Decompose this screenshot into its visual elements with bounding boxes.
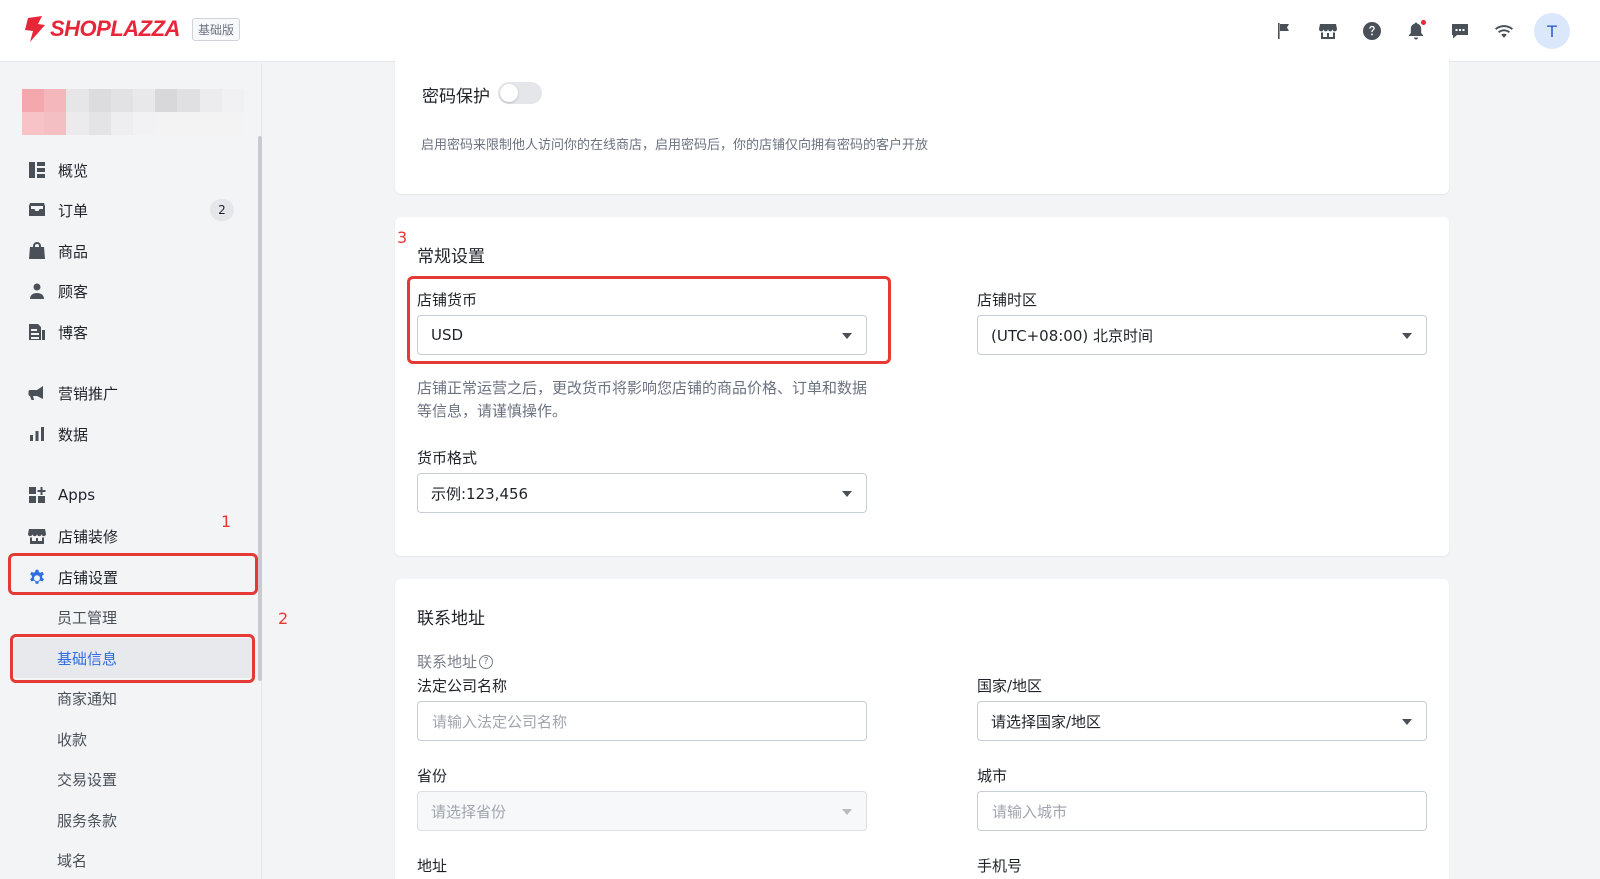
bar-chart-icon — [30, 427, 44, 441]
currency-help-text: 店铺正常运营之后，更改货币将影响您店铺的商品价格、订单和数据等信息，请谨慎操作。 — [417, 379, 868, 420]
contact-address-card: 联系地址 联系地址 ? 法定公司名称 请输入法定公司名称 国家/地区 请选择国家… — [395, 579, 1449, 879]
sidebar-item-customers[interactable]: 顾客 — [0, 271, 258, 311]
highlight-box-currency — [407, 276, 891, 364]
province-select[interactable]: 请选择省份 — [417, 791, 867, 831]
password-toggle[interactable] — [498, 82, 542, 104]
sidebar-item-products[interactable]: 商品 — [0, 231, 258, 271]
annotation-number: 2 — [278, 609, 289, 628]
country-label: 国家/地区 — [977, 677, 1043, 695]
chevron-down-icon — [842, 809, 852, 815]
phone-label: 手机号 — [977, 857, 1023, 875]
sidebar-item-orders[interactable]: 订单 2 — [0, 190, 258, 230]
shoplazza-logo-icon — [25, 16, 45, 42]
plan-badge: 基础版 — [191, 17, 240, 41]
blog-icon — [29, 324, 45, 340]
sidebar-item-label: 商品 — [58, 242, 89, 261]
province-value: 请选择省份 — [431, 802, 507, 821]
highlight-box-store-settings — [8, 553, 258, 595]
chevron-down-icon — [1402, 719, 1412, 725]
chevron-down-icon — [1402, 333, 1412, 339]
city-placeholder: 请输入城市 — [992, 802, 1068, 821]
province-label: 省份 — [417, 767, 448, 785]
sidebar-scrollbar[interactable] — [258, 136, 262, 681]
annotation-number: 1 — [221, 512, 232, 531]
currency-format-value: 示例:123,456 — [431, 484, 529, 503]
address-label: 地址 — [417, 857, 448, 875]
currency-format-select[interactable]: 示例:123,456 — [417, 473, 867, 513]
sidebar-item-label: 营销推广 — [58, 384, 119, 403]
megaphone-icon — [28, 386, 43, 400]
general-settings-title: 常规设置 — [417, 247, 485, 267]
avatar[interactable]: T — [1534, 13, 1570, 49]
store-icon[interactable] — [1306, 12, 1350, 50]
question-icon: ? — [479, 654, 494, 669]
header-actions: T — [1262, 12, 1570, 50]
city-label: 城市 — [977, 767, 1008, 785]
apps-icon — [29, 487, 46, 503]
contact-address-help-link[interactable]: 联系地址 ? — [417, 651, 494, 672]
chat-icon[interactable] — [1438, 12, 1482, 50]
currency-format-label: 货币格式 — [417, 449, 478, 467]
help-icon[interactable] — [1350, 12, 1394, 50]
timezone-value: (UTC+08:00) 北京时间 — [991, 326, 1154, 345]
city-input[interactable]: 请输入城市 — [977, 791, 1427, 831]
sidebar-item-apps[interactable]: Apps — [0, 475, 258, 515]
orders-count-badge: 2 — [210, 199, 234, 221]
store-name-blurred[interactable] — [22, 89, 244, 135]
password-description: 启用密码来限制他人访问你的在线商店，启用密码后，你的店铺仅向拥有密码的客户开放 — [421, 138, 929, 153]
company-name-input[interactable]: 请输入法定公司名称 — [417, 701, 867, 741]
country-select[interactable]: 请选择国家/地区 — [977, 701, 1427, 741]
chevron-down-icon — [842, 491, 852, 497]
sidebar-subitem-checkout[interactable]: 交易设置 — [0, 759, 258, 799]
storefront-icon — [28, 529, 46, 544]
sidebar-subitem-staff[interactable]: 员工管理 — [0, 597, 258, 637]
highlight-box-basic-info — [10, 634, 255, 683]
sidebar-item-label: 概览 — [58, 161, 89, 180]
sidebar-subitem-notifications[interactable]: 商家通知 — [0, 678, 258, 718]
sidebar-item-analytics[interactable]: 数据 — [0, 414, 258, 454]
bag-icon — [29, 242, 45, 259]
annotation-number: 3 — [397, 228, 408, 247]
brand-name: SHOPLAZZA — [50, 16, 180, 41]
bell-icon[interactable] — [1394, 12, 1438, 50]
inbox-icon — [29, 203, 45, 216]
company-name-label: 法定公司名称 — [417, 677, 508, 695]
dashboard-icon — [29, 162, 45, 178]
brand-logo[interactable]: SHOPLAZZA 基础版 — [24, 16, 240, 42]
password-protection-card: 密码保护 启用密码来限制他人访问你的在线商店，启用密码后，你的店铺仅向拥有密码的… — [395, 50, 1449, 194]
sidebar-subitem-domains[interactable]: 域名 — [0, 840, 258, 879]
sidebar-item-label: 数据 — [58, 425, 89, 444]
sidebar-subitem-policies[interactable]: 服务条款 — [0, 800, 258, 840]
sidebar-item-label: 顾客 — [58, 282, 89, 301]
sidebar-subitem-payments[interactable]: 收款 — [0, 719, 258, 759]
notification-dot — [1421, 20, 1426, 25]
country-value: 请选择国家/地区 — [991, 712, 1102, 731]
timezone-select[interactable]: (UTC+08:00) 北京时间 — [977, 315, 1427, 355]
flag-icon[interactable] — [1262, 12, 1306, 50]
contact-address-title: 联系地址 — [417, 609, 485, 629]
password-protection-title: 密码保护 — [422, 87, 490, 107]
sidebar-item-label: Apps — [58, 486, 96, 504]
company-name-placeholder: 请输入法定公司名称 — [432, 712, 568, 731]
wifi-icon[interactable] — [1482, 12, 1526, 50]
person-icon — [30, 283, 44, 299]
contact-address-link-label: 联系地址 — [417, 653, 478, 671]
timezone-label: 店铺时区 — [977, 291, 1038, 309]
sidebar-item-label: 博客 — [58, 323, 89, 342]
sidebar-item-overview[interactable]: 概览 — [0, 150, 258, 190]
sidebar-item-marketing[interactable]: 营销推广 — [0, 373, 258, 413]
general-settings-card: 3 常规设置 店铺货币 USD 店铺正常运营之后，更改货币将影响您店铺的商品价格… — [395, 217, 1449, 556]
sidebar-item-store-design[interactable]: 店铺装修 — [0, 516, 258, 556]
sidebar-item-blog[interactable]: 博客 — [0, 312, 258, 352]
